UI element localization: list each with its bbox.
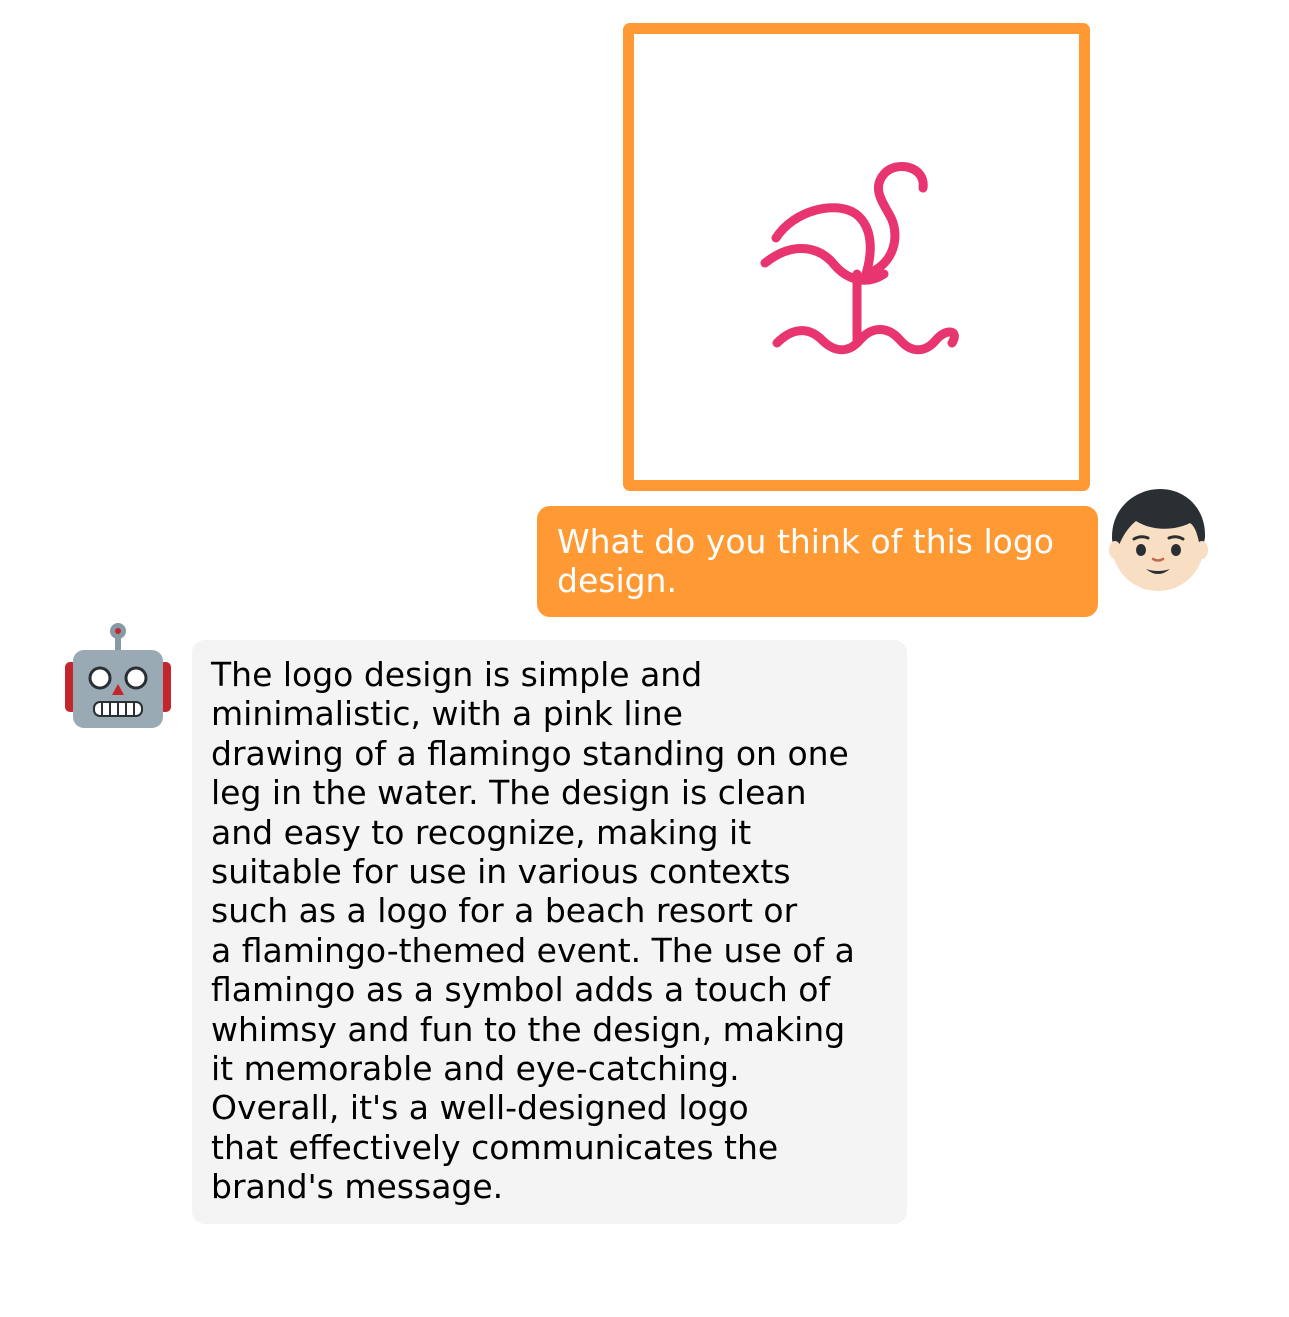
bot-message-line: whimsy and fun to the design, making (211, 1009, 846, 1049)
bot-message-line: it memorable and eye-catching. (211, 1049, 740, 1089)
bot-message-line: and easy to recognize, making it (211, 812, 752, 852)
bot-message-line: brand's message. (211, 1167, 504, 1207)
flamingo-logo-icon (760, 162, 959, 355)
bot-message-line: Overall, it's a well-designed logo (211, 1088, 749, 1128)
bot-message-line: The logo design is simple and (211, 655, 703, 694)
user-message-line: design. (557, 561, 677, 600)
boy-face-icon (1109, 489, 1208, 591)
bot-message-line: leg in the water. The design is clean (211, 773, 807, 813)
bot-message-line: a flamingo-themed event. The use of a (211, 930, 855, 970)
bot-message-line: such as a logo for a beach resort or (211, 891, 798, 931)
user-message-line: What do you think of this logo (557, 522, 1054, 561)
bot-message-line: that effectively communicates the (211, 1127, 779, 1167)
bot-message-line: suitable for use in various contexts (211, 852, 791, 892)
user-message-bubble: What do you think of this logo design. (537, 506, 1098, 617)
robot-face-icon (65, 623, 171, 728)
bot-message-line: minimalistic, with a pink line (211, 694, 683, 734)
user-image-message[interactable] (623, 23, 1090, 491)
bot-message-line: drawing of a flamingo standing on one (211, 733, 849, 773)
bot-message-bubble: The logo design is simple and minimalist… (192, 640, 907, 1224)
bot-message-line: flamingo as a symbol adds a touch of (211, 970, 831, 1010)
